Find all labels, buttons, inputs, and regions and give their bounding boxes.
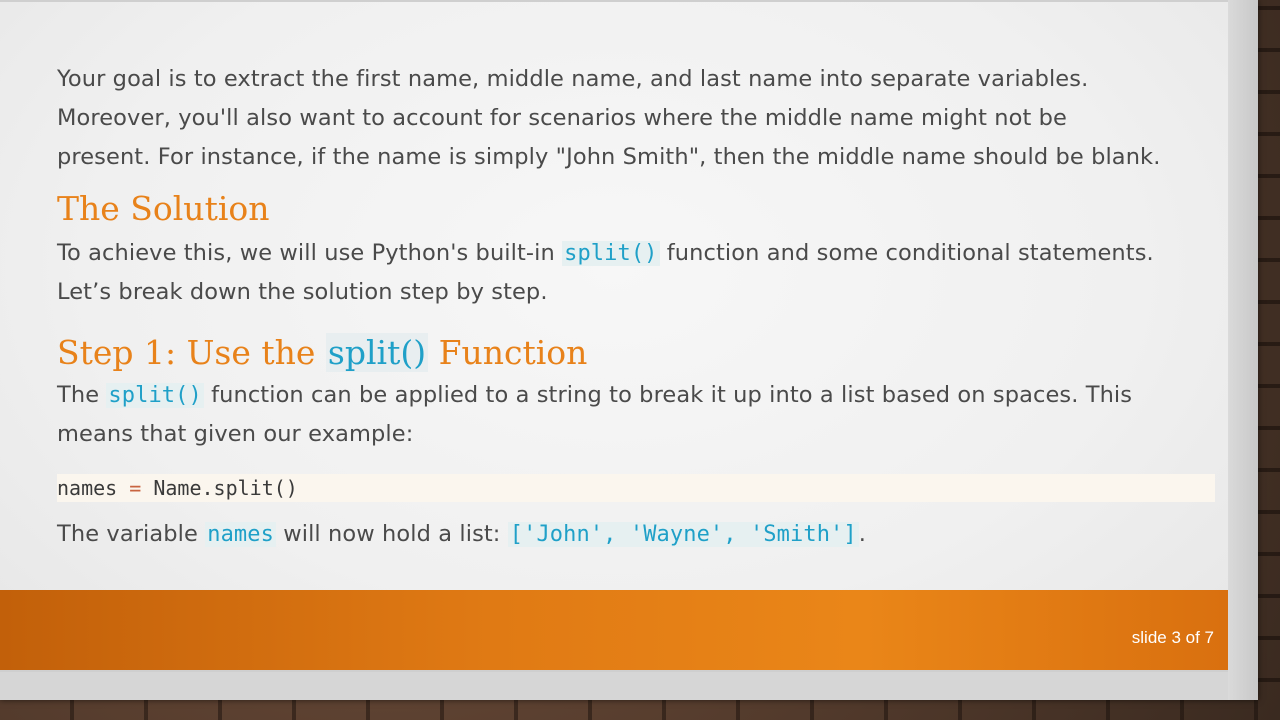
intro-line-2: Moreover, you'll also want to account fo…	[57, 105, 1067, 131]
slide-frame: Your goal is to extract the first name, …	[0, 0, 1258, 700]
slide-content: Your goal is to extract the first name, …	[57, 60, 1227, 554]
step1-heading-prefix: Step 1: Use the	[57, 333, 326, 372]
footer-bar: slide 3 of 7	[0, 590, 1228, 670]
variable-paragraph: The variable names will now hold a list:…	[57, 515, 1227, 554]
intro-line-1: Your goal is to extract the first name, …	[57, 66, 1089, 92]
solution-text-after: function and some conditional statements…	[659, 240, 1154, 266]
names-inline-code: names	[205, 522, 276, 547]
step1-heading-code: split()	[325, 333, 429, 372]
solution-text-before: To achieve this, we will use Python's bu…	[57, 240, 563, 266]
intro-line-3: present. For instance, if the name is si…	[57, 144, 1161, 170]
code-block: names = Name.split()	[57, 474, 1215, 502]
variable-text-suffix: .	[858, 521, 866, 547]
slide-frame-bottom	[0, 672, 1228, 700]
intro-paragraph: Your goal is to extract the first name, …	[57, 60, 1227, 177]
slide: Your goal is to extract the first name, …	[0, 2, 1228, 670]
step1-text-after: function can be applied to a string to b…	[203, 382, 1133, 408]
code-lhs: names	[57, 476, 118, 500]
variable-text-middle: will now hold a list:	[275, 521, 508, 547]
step1-line-2: means that given our example:	[57, 421, 414, 447]
variable-text-prefix: The variable	[57, 521, 206, 547]
step1-text-prefix: The	[57, 382, 107, 408]
list-inline-code: ['John', 'Wayne', 'Smith']	[507, 522, 859, 547]
solution-paragraph: To achieve this, we will use Python's bu…	[57, 234, 1227, 312]
split-inline-code: split()	[562, 241, 660, 266]
code-operator: =	[117, 476, 154, 500]
code-rhs: Name.split()	[153, 476, 298, 500]
slide-number: slide 3 of 7	[1131, 628, 1214, 647]
step1-inline-code: split()	[106, 383, 204, 408]
solution-heading: The Solution	[57, 189, 270, 228]
step1-heading: Step 1: Use the split() Function	[57, 331, 1227, 375]
step1-paragraph: The split() function can be applied to a…	[57, 376, 1227, 454]
solution-line-2: Let’s break down the solution step by st…	[57, 279, 548, 305]
step1-heading-suffix: Function	[428, 333, 588, 372]
slide-frame-right	[1228, 0, 1258, 700]
